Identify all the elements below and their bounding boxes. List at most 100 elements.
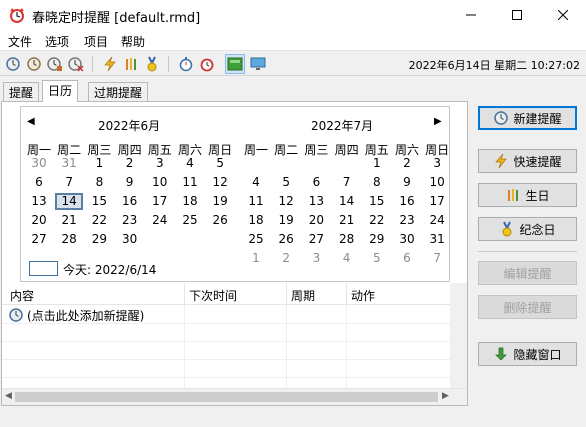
scrollbar-thumb[interactable]	[15, 392, 438, 402]
calendar-day[interactable]: 28	[55, 231, 83, 248]
calendar-day[interactable]: 5	[363, 250, 391, 267]
calendar-day[interactable]: 7	[55, 174, 83, 191]
scroll-right-arrow-icon[interactable]: ▶	[442, 391, 449, 401]
calendar-day[interactable]: 24	[146, 212, 174, 229]
next-month-arrow-icon[interactable]: ▶	[434, 116, 442, 127]
toolbar-panel-toggle[interactable]	[225, 54, 245, 74]
calendar-day[interactable]: 13	[25, 193, 53, 210]
calendar-day[interactable]: 27	[302, 231, 330, 248]
tab-calendar[interactable]: 日历	[42, 80, 79, 102]
anniversary-button[interactable]: 纪念日	[478, 217, 577, 241]
quick-reminder-button[interactable]: 快速提醒	[478, 149, 577, 173]
calendar-day[interactable]: 22	[85, 212, 113, 229]
calendar-day[interactable]: 26	[272, 231, 300, 248]
calendar-day[interactable]: 5	[272, 174, 300, 191]
calendar-day[interactable]: 25	[176, 212, 204, 229]
minimize-button[interactable]	[448, 0, 494, 30]
calendar-day-today[interactable]: 14	[55, 193, 84, 210]
calendar-day[interactable]: 20	[302, 212, 330, 229]
new-reminder-button[interactable]: 新建提醒	[478, 106, 577, 130]
scroll-left-arrow-icon[interactable]: ◀	[5, 391, 12, 401]
prev-month-arrow-icon[interactable]: ◀	[27, 116, 35, 127]
month-title-june[interactable]: 2022年6月	[98, 117, 160, 134]
calendar-day[interactable]: 5	[206, 155, 234, 172]
calendar-day[interactable]: 3	[423, 155, 451, 172]
calendar-day[interactable]: 17	[423, 193, 451, 210]
toolbar-alarm[interactable]	[197, 54, 217, 74]
tab-reminders[interactable]: 提醒	[3, 82, 40, 101]
column-header-period[interactable]: 周期	[291, 287, 315, 304]
birthday-button[interactable]: 生日	[478, 183, 577, 207]
menu-help[interactable]: 帮助	[121, 33, 145, 50]
calendar-day[interactable]: 25	[242, 231, 270, 248]
column-divider[interactable]	[346, 283, 347, 305]
calendar-day[interactable]: 19	[206, 193, 234, 210]
menu-project[interactable]: 项目	[84, 33, 108, 50]
calendar-day[interactable]: 23	[116, 212, 144, 229]
calendar-day[interactable]: 6	[25, 174, 53, 191]
toolbar-anniversary[interactable]	[142, 54, 162, 74]
calendar-day[interactable]: 7	[333, 174, 361, 191]
calendar-day[interactable]: 10	[423, 174, 451, 191]
calendar-day[interactable]: 30	[25, 155, 53, 172]
calendar-day[interactable]: 1	[363, 155, 391, 172]
calendar-day[interactable]: 13	[302, 193, 330, 210]
calendar-day[interactable]: 23	[393, 212, 421, 229]
toolbar-stopwatch[interactable]	[176, 54, 196, 74]
calendar-day[interactable]: 12	[272, 193, 300, 210]
calendar-day[interactable]: 3	[302, 250, 330, 267]
toolbar-clock[interactable]	[24, 54, 44, 74]
column-divider[interactable]	[286, 283, 287, 305]
calendar-day[interactable]: 20	[25, 212, 53, 229]
maximize-button[interactable]	[494, 0, 540, 30]
calendar-day[interactable]: 21	[55, 212, 83, 229]
calendar-day[interactable]: 30	[116, 231, 144, 248]
calendar-day[interactable]: 18	[176, 193, 204, 210]
toolbar-monitor[interactable]	[248, 54, 268, 74]
calendar-day[interactable]: 2	[116, 155, 144, 172]
calendar-day[interactable]: 21	[333, 212, 361, 229]
hide-window-button[interactable]: 隐藏窗口	[478, 342, 577, 366]
delete-reminder-button[interactable]: 删除提醒	[478, 295, 577, 319]
horizontal-scrollbar[interactable]: ◀ ▶	[2, 388, 467, 405]
toolbar-new-reminder[interactable]	[3, 54, 23, 74]
calendar-day[interactable]: 28	[333, 231, 361, 248]
calendar-day[interactable]: 26	[206, 212, 234, 229]
calendar-day[interactable]: 4	[333, 250, 361, 267]
calendar-day[interactable]: 7	[423, 250, 451, 267]
calendar-day[interactable]: 15	[85, 193, 113, 210]
calendar-day[interactable]: 9	[116, 174, 144, 191]
calendar-day[interactable]: 30	[393, 231, 421, 248]
edit-reminder-button[interactable]: 编辑提醒	[478, 261, 577, 285]
calendar-day[interactable]: 27	[25, 231, 53, 248]
calendar-day[interactable]: 29	[363, 231, 391, 248]
tab-expired[interactable]: 过期提醒	[88, 82, 149, 101]
calendar-day[interactable]: 12	[206, 174, 234, 191]
calendar-day[interactable]: 4	[176, 155, 204, 172]
calendar-day[interactable]: 11	[242, 193, 270, 210]
column-header-action[interactable]: 动作	[351, 287, 375, 304]
calendar-day[interactable]: 6	[393, 250, 421, 267]
calendar-day[interactable]: 1	[85, 155, 113, 172]
toolbar-clock-edit[interactable]	[45, 54, 65, 74]
calendar-day[interactable]: 9	[393, 174, 421, 191]
calendar-day[interactable]: 22	[363, 212, 391, 229]
calendar-day[interactable]: 29	[85, 231, 113, 248]
calendar-day[interactable]: 3	[146, 155, 174, 172]
calendar-day[interactable]: 8	[363, 174, 391, 191]
calendar-day[interactable]: 24	[423, 212, 451, 229]
toolbar-clock-delete[interactable]	[66, 54, 86, 74]
close-button[interactable]	[540, 0, 586, 30]
calendar-day[interactable]: 31	[423, 231, 451, 248]
month-calendar[interactable]: ◀ ▶ 2022年6月 2022年7月 周一 周二 周三 周四 周五 周六 周日 30 31 1 2…	[20, 106, 450, 282]
column-header-next-time[interactable]: 下次时间	[189, 287, 237, 304]
calendar-day[interactable]: 8	[85, 174, 113, 191]
today-link[interactable]: 今天: 2022/6/14	[63, 261, 156, 278]
vertical-scrollbar[interactable]	[450, 283, 467, 388]
column-header-content[interactable]: 内容	[10, 287, 34, 304]
month-title-july[interactable]: 2022年7月	[311, 117, 373, 134]
toolbar-birthday[interactable]	[121, 54, 141, 74]
menu-file[interactable]: 文件	[8, 33, 32, 50]
calendar-day[interactable]: 1	[242, 250, 270, 267]
calendar-day[interactable]: 31	[55, 155, 83, 172]
